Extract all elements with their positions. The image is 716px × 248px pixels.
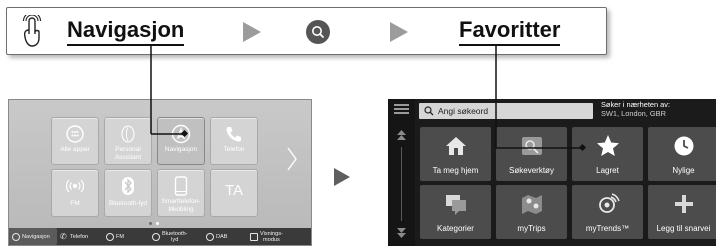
tile-label: FM (70, 199, 80, 207)
tile-label: myTrends™ (585, 224, 630, 233)
smartphone-icon (158, 175, 204, 197)
tile-label: Kategorier (437, 224, 474, 233)
categories-icon (420, 191, 491, 217)
tile-mytrends[interactable]: myTrends™ (572, 185, 643, 239)
grid-icon (52, 123, 98, 145)
compass-icon (158, 123, 204, 145)
tile-navigasjon[interactable]: Navigasjon (157, 117, 205, 165)
scroll-down-icon[interactable] (396, 227, 407, 239)
tile-fm[interactable]: FM (51, 169, 99, 217)
tile-label: Ta meg hjem (432, 166, 479, 175)
search-tools-icon (496, 133, 567, 159)
star-icon (572, 133, 643, 159)
tile-label: Personal Assistant (114, 146, 142, 161)
search-icon (306, 20, 330, 44)
nav-item-label: Visnings- modus (260, 230, 283, 243)
nav-item-label: DAB (216, 233, 228, 240)
scroll-track[interactable] (401, 147, 402, 221)
search-sidebar (388, 99, 415, 246)
tile-label: myTrips (517, 224, 546, 233)
mytrends-icon (572, 191, 643, 217)
tile-label: Alle apper (60, 145, 90, 153)
tile-nylige[interactable]: Nylige (648, 127, 716, 181)
clock-icon (648, 133, 716, 159)
search-near-value: SW1, London, GBR (601, 108, 666, 118)
ta-icon: TA (211, 180, 257, 202)
tile-label: Navigasjon (164, 145, 198, 153)
tile-kategorier[interactable]: Kategorier (420, 185, 491, 239)
tile-bluetooth-lyd[interactable]: Bluetooth-lyd (104, 169, 152, 217)
nav-item-bluetooth-lyd[interactable]: Bluetooth- lyd (149, 228, 203, 245)
menu-icon[interactable] (394, 104, 409, 114)
tile-personal-assistant[interactable]: Personal Assistant (104, 117, 152, 165)
tile-ta[interactable]: TA (210, 169, 258, 217)
tile-smarttelefon[interactable]: Smarttelefon- tilkobling (157, 169, 205, 217)
tile-ta-meg-hjem[interactable]: Ta meg hjem (420, 127, 491, 181)
tile-lagret[interactable]: Lagret (572, 127, 643, 181)
compass-icon (12, 232, 20, 241)
nav-item-telefon[interactable]: ✆ Telefon (57, 228, 103, 245)
chevron-right-icon[interactable] (285, 146, 299, 172)
step-arrow-icon (243, 22, 261, 42)
mytrips-icon (496, 191, 567, 217)
radio-icon (206, 232, 214, 241)
plus-icon (648, 191, 716, 217)
home-icon (420, 133, 491, 159)
radio-icon (52, 175, 98, 197)
tile-legg-til-snarvei[interactable]: Legg til snarvei (648, 185, 716, 239)
assistant-icon (105, 123, 151, 145)
nav-item-navigasjon[interactable]: Navigasjon (9, 228, 57, 245)
search-menu-screen: Angi søkeord Søker i nærheten av: SW1, L… (388, 99, 716, 246)
search-icon (424, 106, 434, 116)
nav-item-visningsmodus[interactable]: Visnings- modus (247, 228, 301, 245)
phone-icon (211, 123, 257, 145)
display-mode-icon (250, 232, 258, 241)
step-navigasjon-label: Navigasjon (67, 17, 185, 46)
nav-item-fm[interactable]: FM (103, 228, 149, 245)
phone-icon: ✆ (60, 231, 67, 241)
page-indicator (149, 222, 169, 226)
tile-mytrips[interactable]: myTrips (496, 185, 567, 239)
tile-label: Lagret (596, 166, 619, 175)
search-input[interactable]: Angi søkeord (419, 103, 593, 119)
nav-item-label: Bluetooth- lyd (162, 230, 188, 243)
search-near-info[interactable]: Søker i nærheten av: SW1, London, GBR (601, 100, 670, 118)
tile-label: Smarttelefon- tilkobling (161, 198, 201, 213)
touch-finger-icon (22, 15, 42, 47)
radio-icon (106, 232, 114, 241)
tile-sokeverktoy[interactable]: Søkeverktøy (496, 127, 567, 181)
tile-label: Legg til snarvei (656, 224, 711, 233)
step-arrow-icon (390, 22, 408, 42)
nav-item-dab[interactable]: DAB (203, 228, 247, 245)
tile-alle-apper[interactable]: Alle apper (51, 117, 99, 165)
tile-telefon[interactable]: Telefon (210, 117, 258, 165)
tile-label: Telefon (223, 145, 245, 153)
transition-arrow-icon (334, 168, 350, 186)
nav-item-label: FM (116, 233, 125, 240)
tile-label: Søkeverktøy (509, 166, 554, 175)
tile-label: Bluetooth-lyd (109, 199, 147, 207)
bluetooth-icon (105, 175, 151, 197)
bluetooth-icon (152, 232, 160, 241)
search-placeholder: Angi søkeord (438, 106, 489, 116)
ta-text: TA (224, 182, 244, 199)
home-menu-screen: Alle apper Personal Assistant Navigasjon… (8, 99, 312, 246)
scroll-up-icon[interactable] (396, 129, 407, 141)
nav-item-label: Telefon (70, 233, 89, 240)
step-favoritter-label: Favoritter (459, 17, 561, 46)
nav-item-label: Navigasjon (22, 233, 50, 240)
bottom-nav-strip: Navigasjon ✆ Telefon FM Bluetooth- lyd D… (9, 228, 311, 245)
tile-label: Nylige (672, 166, 695, 175)
instruction-bar: Navigasjon Favoritter (6, 7, 607, 55)
